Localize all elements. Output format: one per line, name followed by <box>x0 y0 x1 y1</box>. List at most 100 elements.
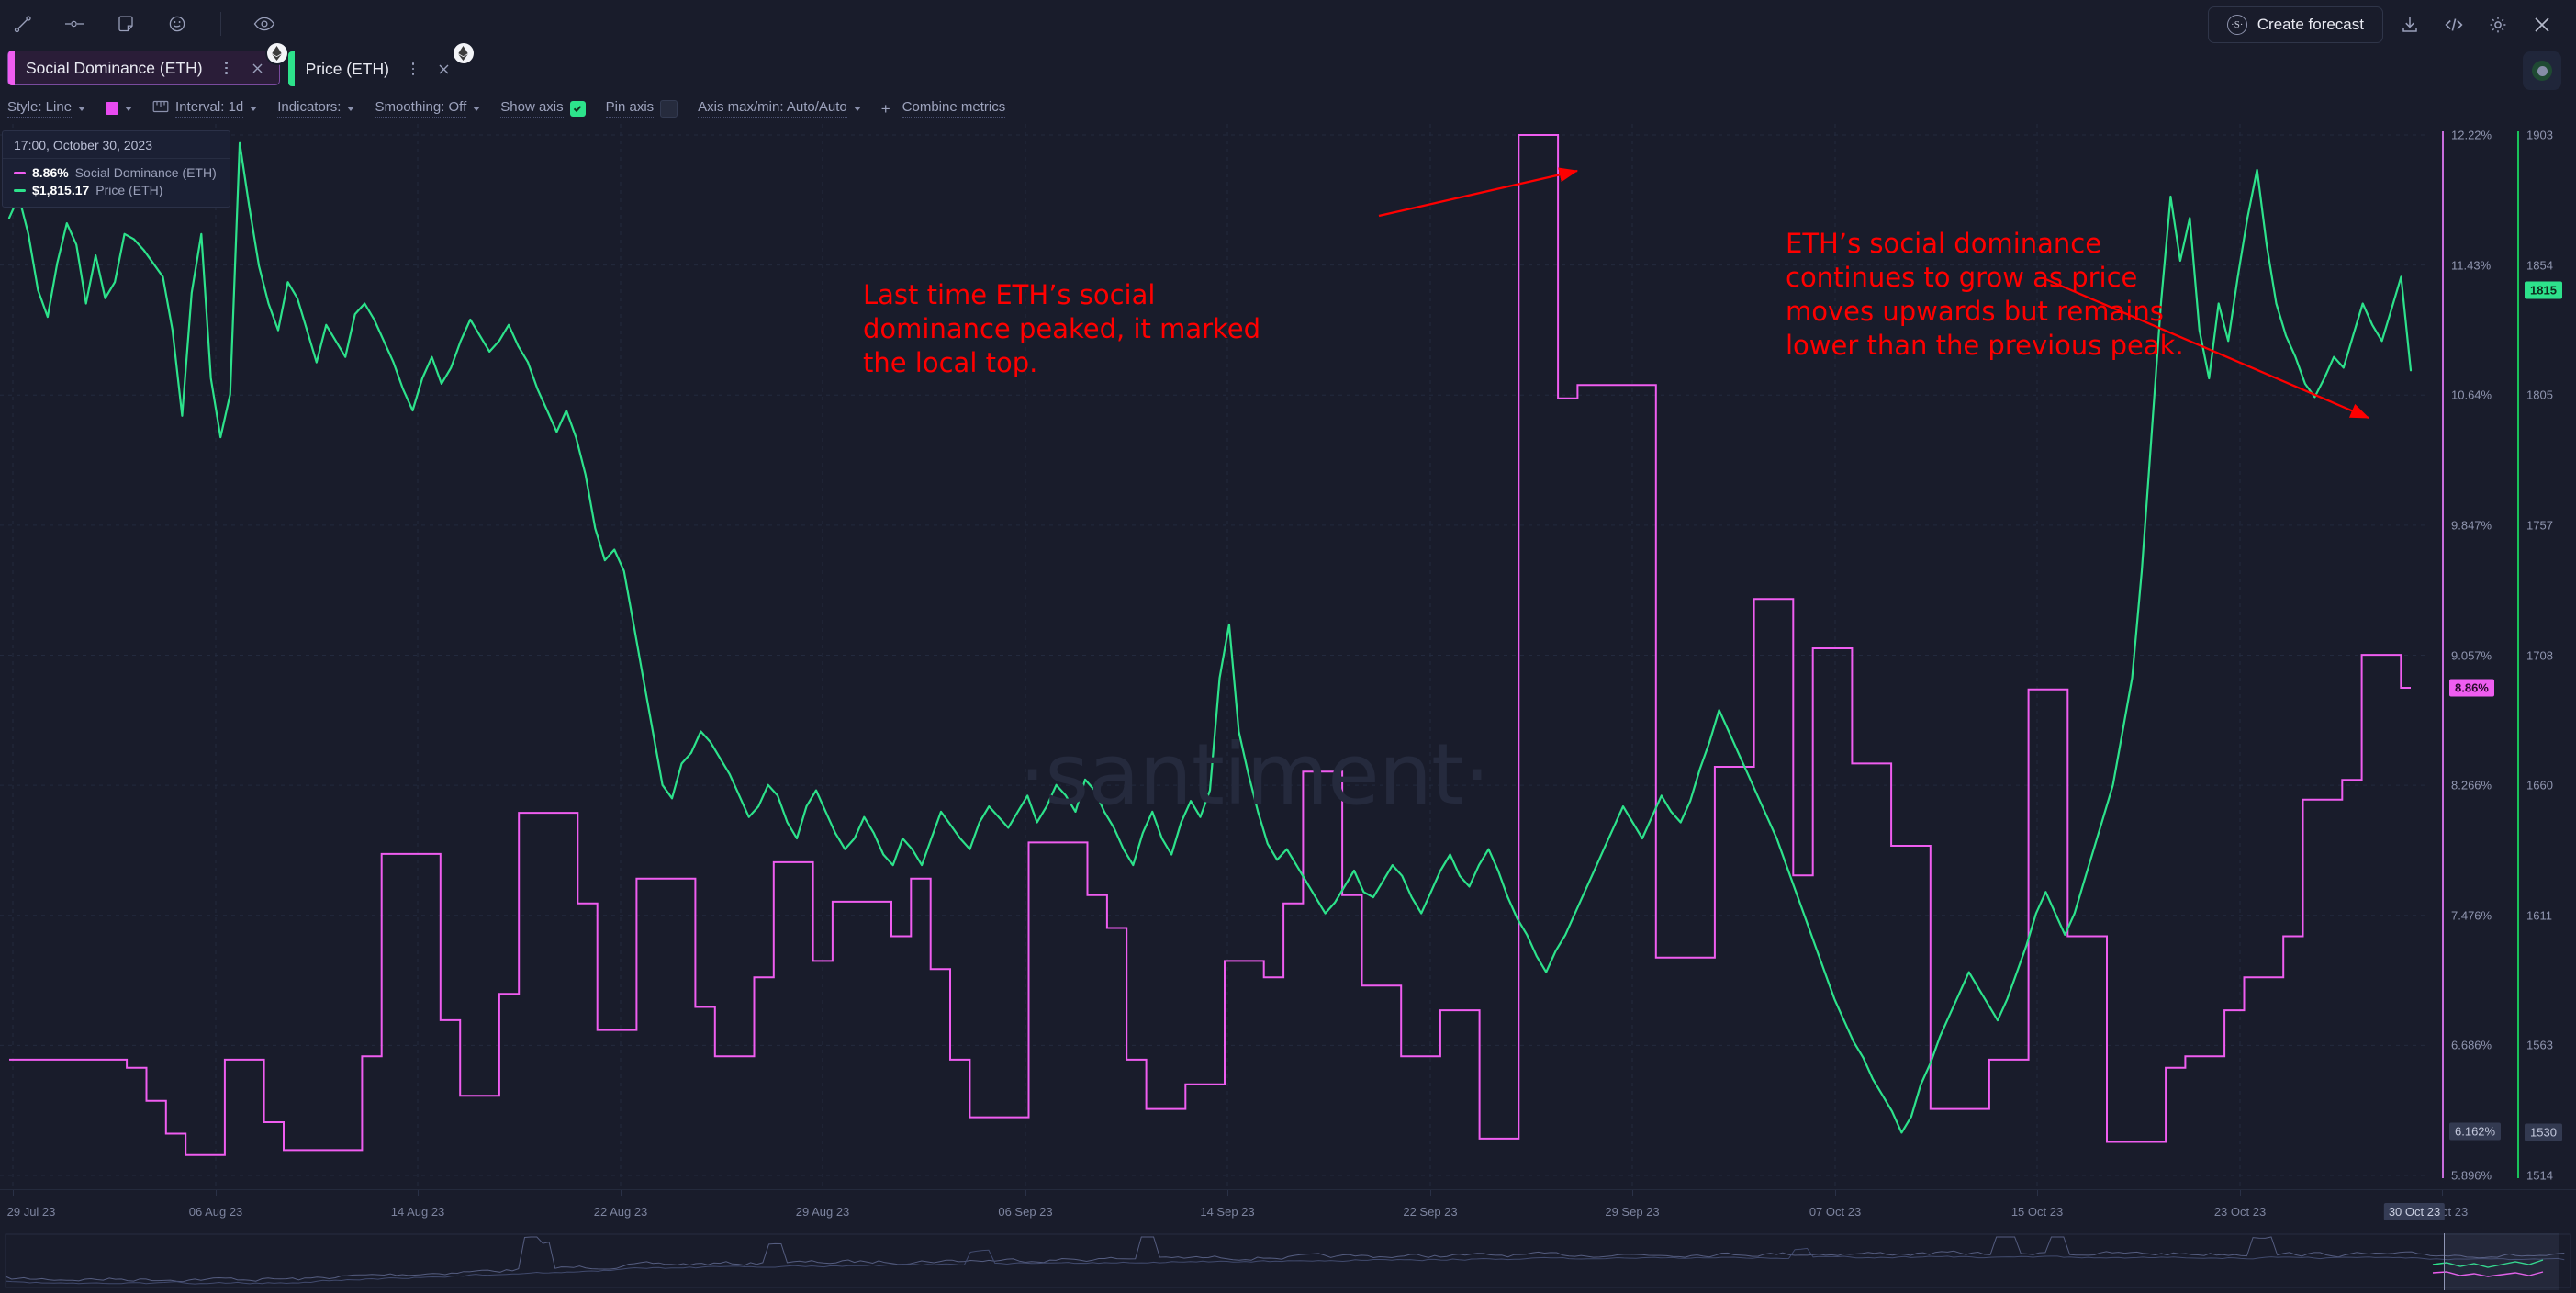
x-axis-tick-mark <box>1025 1190 1026 1196</box>
trend-line-icon[interactable] <box>7 8 39 39</box>
x-axis-tick-mark <box>216 1190 217 1196</box>
smoothing-select[interactable]: Smoothing: Off <box>375 99 492 118</box>
percent-axis-tick: 8.266% <box>2451 778 2492 793</box>
create-forecast-button[interactable]: ·S· Create forecast <box>2207 6 2383 43</box>
navigator-selection-window[interactable] <box>2444 1233 2559 1290</box>
eth-asset-icon <box>266 43 287 63</box>
x-axis-tick-mark <box>418 1190 419 1196</box>
chart-mode-toggle[interactable] <box>2523 51 2561 90</box>
x-axis-tick-mark <box>1632 1190 1633 1196</box>
range-navigator[interactable] <box>0 1231 2576 1293</box>
percent-axis-tick: 10.64% <box>2451 388 2492 402</box>
metric-tab-social-dominance[interactable]: Social Dominance (ETH) <box>7 43 287 85</box>
x-axis-tick-label: 29 Sep 23 <box>1605 1205 1660 1219</box>
price-axis-tick: 1757 <box>2526 518 2553 533</box>
x-axis-tick-mark <box>2037 1190 2038 1196</box>
x-axis-tick-label: 07 Oct 23 <box>1809 1205 1862 1219</box>
price-axis[interactable]: 1903 1854 1805 1757 1708 1660 1611 1563 1514 1815… <box>2517 124 2572 1189</box>
horizontal-line-icon[interactable] <box>59 8 90 39</box>
eth-asset-icon <box>453 43 474 63</box>
percent-axis-tick: 5.896% <box>2451 1168 2492 1183</box>
chevron-down-icon <box>853 107 861 111</box>
x-axis-tick-label: 14 Sep 23 <box>1200 1205 1255 1219</box>
drawing-tools-group <box>7 7 280 40</box>
axis-max-min-label: Axis max/min: Auto/Auto <box>698 99 847 118</box>
show-axis-checkbox[interactable] <box>569 100 586 117</box>
metric-options-icon[interactable] <box>402 62 424 75</box>
x-axis-tick-label: 14 Aug 23 <box>390 1205 445 1219</box>
x-axis-tick-mark <box>13 1190 14 1196</box>
percent-axis[interactable]: 12.22% 11.43% 10.64% 9.847% 9.057% 8.266% 7.47… <box>2442 124 2508 1189</box>
record-dot-icon <box>2532 61 2552 81</box>
price-axis-tick: 1514 <box>2526 1168 2553 1183</box>
legend-name: Price (ETH) <box>95 183 163 197</box>
interval-select[interactable]: Interval: 1d <box>152 99 269 118</box>
chevron-down-icon <box>473 107 481 111</box>
note-icon[interactable] <box>110 8 141 39</box>
crosshair-percent-badge: 6.162% <box>2449 1122 2502 1141</box>
forecast-sigil-icon: ·S· <box>2226 15 2247 35</box>
style-select[interactable]: Style: Line <box>7 99 97 118</box>
indicators-select[interactable]: Indicators: <box>277 99 366 118</box>
x-axis-tick-label: 23 Oct 23 <box>2213 1205 2267 1219</box>
combine-metrics-button[interactable]: + Combine metrics <box>880 99 1017 118</box>
legend-value: $1,815.17 <box>32 183 90 197</box>
style-label: Style: Line <box>7 99 73 118</box>
percent-axis-line <box>2442 131 2444 1178</box>
price-axis-tick: 1660 <box>2526 778 2553 793</box>
price-axis-tick: 1903 <box>2526 128 2553 142</box>
plot-svg <box>0 124 2429 1189</box>
right-axis-group: 12.22% 11.43% 10.64% 9.847% 9.057% 8.266% 7.47… <box>2429 124 2576 1189</box>
percent-axis-tick: 7.476% <box>2451 908 2492 923</box>
x-axis-tick-mark <box>1430 1190 1431 1196</box>
chevron-down-icon <box>250 107 258 111</box>
pin-axis-toggle[interactable]: Pin axis <box>605 99 690 118</box>
x-axis-tick-label: 29 Jul 23 <box>6 1205 56 1219</box>
percent-axis-tick: 12.22% <box>2451 128 2492 142</box>
legend-row-price: $1,815.17 Price (ETH) <box>14 182 220 199</box>
legend-color-dash <box>14 189 26 192</box>
plot-area[interactable] <box>0 124 2429 1189</box>
legend-color-dash <box>14 172 26 174</box>
metric-remove-icon[interactable] <box>246 56 270 80</box>
legend-rows: 8.86% Social Dominance (ETH) $1,815.17 P… <box>3 159 230 207</box>
emoji-icon[interactable] <box>162 8 193 39</box>
plus-icon: + <box>880 99 890 118</box>
show-axis-toggle[interactable]: Show axis <box>500 99 597 118</box>
price-axis-tick: 1805 <box>2526 388 2553 402</box>
metric-remove-icon[interactable] <box>432 57 456 81</box>
embed-code-icon[interactable] <box>2436 7 2471 42</box>
percent-axis-tick: 11.43% <box>2451 258 2492 273</box>
metric-tab-list: Social Dominance (ETH) Price (ETH) <box>7 43 474 87</box>
chevron-down-icon <box>347 107 355 111</box>
x-axis-tick-mark <box>1835 1190 1836 1196</box>
visibility-icon[interactable] <box>249 8 280 39</box>
price-axis-tick: 1854 <box>2526 258 2553 273</box>
top-toolbar: ·S· Create forecast <box>0 0 2576 48</box>
interval-icon <box>152 99 169 118</box>
metric-options-icon[interactable] <box>216 62 238 74</box>
price-axis-tick: 1563 <box>2526 1038 2553 1052</box>
create-forecast-label: Create forecast <box>2257 16 2364 33</box>
show-axis-label: Show axis <box>500 99 564 118</box>
x-axis-tick-mark <box>2442 1190 2443 1196</box>
metric-tab-price[interactable]: Price (ETH) <box>287 43 474 87</box>
toolbar-divider <box>220 12 221 36</box>
current-price-badge: 1815 <box>2525 281 2562 299</box>
price-axis-line <box>2517 131 2519 1178</box>
color-select[interactable] <box>106 102 144 115</box>
legend-name: Social Dominance (ETH) <box>74 165 217 180</box>
smoothing-label: Smoothing: Off <box>375 99 467 118</box>
interval-label: Interval: 1d <box>175 99 244 118</box>
settings-gear-icon[interactable] <box>2481 7 2515 42</box>
axis-max-min-select[interactable]: Axis max/min: Auto/Auto <box>698 99 873 118</box>
close-icon[interactable] <box>2525 7 2559 42</box>
indicators-label: Indicators: <box>277 99 342 118</box>
x-axis-tick-mark <box>621 1190 622 1196</box>
pin-axis-checkbox[interactable] <box>660 99 678 118</box>
download-icon[interactable] <box>2392 7 2427 42</box>
price-axis-tick: 1611 <box>2526 908 2552 923</box>
legend-date: 17:00, October 30, 2023 <box>3 131 230 159</box>
current-percent-badge: 8.86% <box>2449 679 2494 697</box>
x-axis-tick-label: 15 Oct 23 <box>2010 1205 2064 1219</box>
